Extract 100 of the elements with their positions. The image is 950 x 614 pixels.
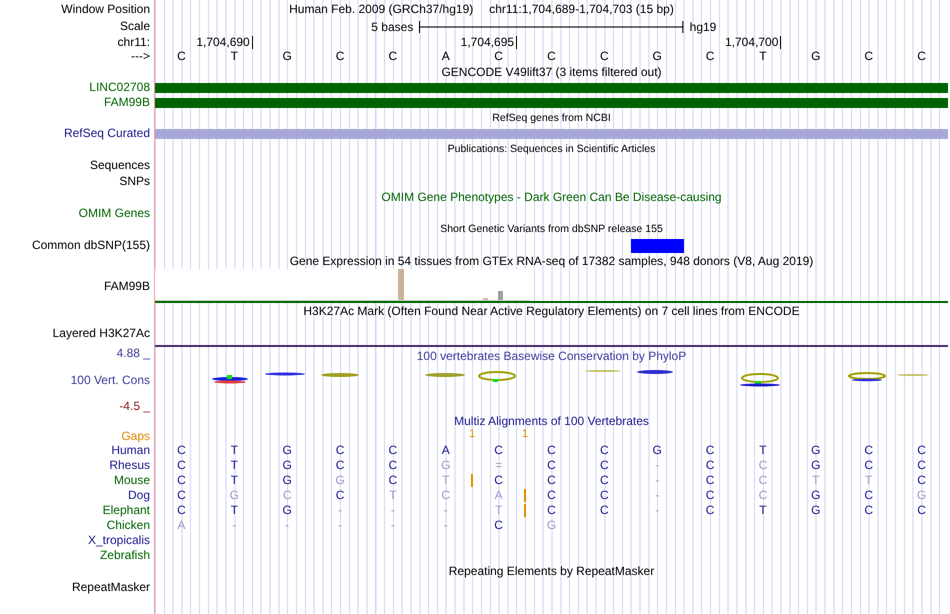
axis-min-label: -4.5 _ (119, 400, 150, 413)
track-title: GENCODE V49lift37 (3 items filtered out) (441, 65, 662, 79)
base-letter: G (282, 50, 292, 63)
aligned-base: C (706, 444, 714, 457)
aligned-base: C (917, 444, 926, 457)
scale-assembly: hg19 (688, 20, 718, 34)
aligned-base: G (811, 444, 820, 457)
aligned-base: T (230, 504, 238, 517)
track-title: OMIM Gene Phenotypes - Dark Green Can Be Disease-causing (381, 190, 722, 204)
aligned-base: C (600, 444, 609, 457)
aligned-base: G (282, 459, 292, 472)
aligned-base: C (917, 474, 926, 487)
aligned-base: C (177, 504, 186, 517)
base-letter: C (494, 50, 503, 63)
aligned-base: C (388, 474, 398, 487)
aligned-base: C (600, 489, 609, 502)
aligned-base: C (336, 489, 344, 502)
aligned-base: - (338, 519, 342, 532)
aligned-base: C (600, 474, 609, 487)
species-label[interactable]: Chicken (106, 519, 150, 532)
track-title: Repeating Elements by RepeatMasker (448, 564, 654, 578)
aligned-base: C (864, 504, 874, 517)
aligned-base: T (759, 504, 767, 517)
scale-text: 5 bases (370, 20, 414, 34)
species-label[interactable]: Elephant (102, 504, 150, 517)
base-letter: C (600, 50, 609, 63)
track-label[interactable]: Common dbSNP(155) (32, 238, 150, 252)
aligned-base: - (655, 459, 660, 472)
aligned-base: C (917, 504, 926, 517)
aligned-base: - (444, 519, 448, 532)
aligned-base: A (177, 519, 186, 532)
species-label[interactable]: Zebrafish (100, 549, 150, 562)
base-letter: C (177, 50, 186, 63)
aligned-base: G (546, 519, 556, 532)
species-label[interactable]: Dog (128, 489, 150, 502)
aligned-base: T (389, 489, 397, 502)
aligned-base: G (811, 504, 820, 517)
base-letter: C (864, 50, 874, 63)
base-letter: A (442, 50, 450, 63)
aligned-base: C (547, 474, 556, 487)
species-label[interactable]: Mouse (114, 474, 150, 487)
aligned-base: C (547, 504, 556, 517)
track-label[interactable]: FAM99B (104, 280, 150, 292)
aligned-base: - (232, 519, 236, 532)
track-label[interactable]: RefSeq Curated (64, 127, 150, 140)
base-letter: C (336, 50, 344, 63)
aligned-base: T (230, 444, 238, 457)
gap-count: 1 (522, 429, 528, 440)
track-label[interactable]: Layered H3K27Ac (52, 326, 150, 340)
aligned-base: C (758, 459, 768, 472)
track-label[interactable]: 100 Vert. Cons (70, 374, 150, 386)
track-label[interactable]: Sequences (90, 158, 150, 172)
aligned-base: T (865, 474, 872, 487)
species-label[interactable]: X_tropicalis (88, 534, 150, 547)
aligned-base: - (285, 519, 290, 532)
track-title: Gene Expression in 54 tissues from GTEx RNA-seq of 17382 samples, 948 donors (V8, Aug 2019) (290, 254, 814, 268)
track-title: Multiz Alignments of 100 Vertebrates (454, 414, 649, 428)
aligned-base: G (335, 474, 345, 487)
aligned-base: C (706, 504, 714, 517)
aligned-base: G (282, 504, 292, 517)
aligned-base: C (336, 444, 344, 457)
aligned-base: C (177, 444, 186, 457)
aligned-base: C (177, 474, 186, 487)
aligned-base: G (916, 489, 926, 502)
species-label[interactable]: Human (111, 444, 150, 457)
track-label[interactable]: FAM99B (104, 96, 150, 109)
aligned-base: - (655, 489, 660, 502)
base-letter: C (547, 50, 556, 63)
aligned-base: - (655, 504, 660, 517)
aligned-base: G (230, 489, 239, 502)
aligned-base: G (652, 444, 662, 457)
position-range[interactable]: chr11:1,704,689-1,704,703 (15 bp) (489, 2, 674, 16)
track-label[interactable]: OMIM Genes (78, 206, 150, 220)
track-label[interactable]: LINC02708 (89, 81, 150, 94)
aligned-base: C (494, 444, 503, 457)
aligned-base: C (706, 459, 714, 472)
aligned-base: G (811, 459, 820, 472)
window-position-label: Window Position (61, 2, 150, 16)
aligned-base: C (441, 489, 450, 502)
track-label[interactable]: RepeatMasker (72, 580, 150, 594)
aligned-base: - (655, 474, 660, 487)
aligned-base: G (441, 459, 450, 472)
position-tick: 1,704,700 (725, 36, 782, 48)
track-title: Publications: Sequences in Scientific Articles (448, 143, 656, 155)
axis-max-label: 4.88 _ (116, 347, 150, 360)
aligned-base: C (864, 489, 874, 502)
aligned-base: C (336, 459, 344, 472)
aligned-base: C (600, 504, 609, 517)
aligned-base: - (390, 504, 395, 517)
aligned-base: C (706, 489, 714, 502)
aligned-base: C (706, 474, 714, 487)
aligned-base: C (494, 474, 503, 487)
aligned-base: T (759, 444, 767, 457)
track-label[interactable]: SNPs (119, 174, 150, 188)
aligned-base: - (390, 519, 395, 532)
species-label[interactable]: Rhesus (109, 459, 150, 472)
base-letter: G (811, 50, 820, 63)
aligned-base: C (864, 444, 874, 457)
aligned-base: A (442, 444, 450, 457)
base-letter: G (652, 50, 662, 63)
